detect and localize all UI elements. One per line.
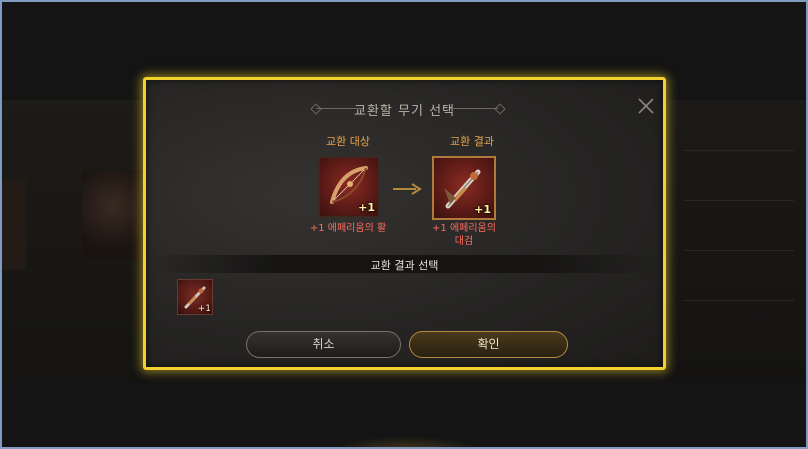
dialog-title: 교환할 무기 선택 <box>354 104 455 119</box>
background-left-panel <box>2 100 144 380</box>
result-item-name: +1 에페리움의 <box>432 223 496 234</box>
close-icon <box>638 98 654 114</box>
result-choice-item[interactable]: +1 <box>177 279 213 315</box>
background-divider <box>684 250 794 251</box>
target-item-name: +1 에페리움의 활 <box>309 223 387 234</box>
weapon-exchange-dialog: 교환할 무기 선택 교환 대상 +1 +1 에페리움의 활 교환 결과 +1 +… <box>143 77 666 370</box>
background-divider <box>684 200 794 201</box>
title-ornament <box>450 108 498 109</box>
game-screen: 교환할 무기 선택 교환 대상 +1 +1 에페리움의 활 교환 결과 +1 +… <box>0 0 808 449</box>
confirm-button[interactable]: 확인 <box>409 331 568 358</box>
target-label: 교환 대상 <box>326 135 370 148</box>
background-portrait <box>2 180 26 270</box>
enhance-level: +1 <box>358 201 375 214</box>
cancel-button[interactable]: 취소 <box>246 331 401 358</box>
close-button[interactable] <box>636 96 656 116</box>
background-right-panel <box>664 100 806 380</box>
background-divider <box>684 300 794 301</box>
background-divider <box>684 150 794 151</box>
background-portrait <box>82 170 144 260</box>
result-label: 교환 결과 <box>450 135 494 148</box>
enhance-level: +1 <box>197 304 211 314</box>
target-item-slot[interactable]: +1 <box>318 156 380 218</box>
result-item-slot[interactable]: +1 <box>432 156 496 220</box>
section-title: 교환 결과 선택 <box>370 259 439 272</box>
result-item-name: 대검 <box>454 236 474 247</box>
arrow-right-icon <box>393 183 422 195</box>
background-glow <box>332 436 482 447</box>
enhance-level: +1 <box>474 203 491 216</box>
